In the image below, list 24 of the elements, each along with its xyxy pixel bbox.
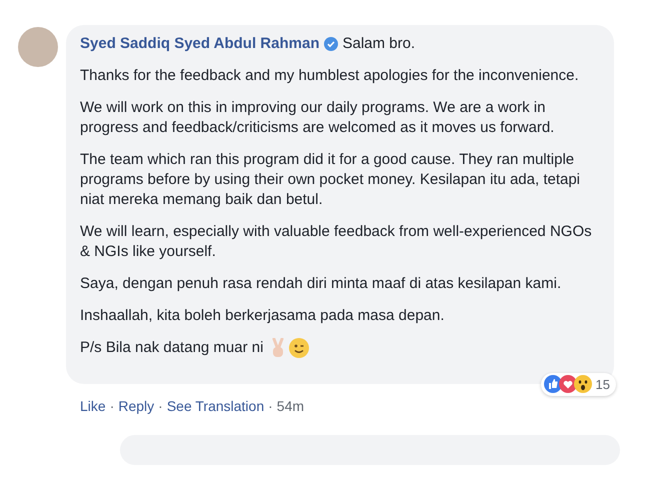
timestamp: 54m [276, 397, 304, 416]
wow-reaction-icon [574, 375, 592, 394]
action-link[interactable]: Like [80, 396, 106, 417]
author-link[interactable]: Syed Saddiq Syed Abdul Rahman [80, 34, 320, 54]
avatar[interactable] [18, 27, 58, 67]
like-reaction-icon [544, 375, 562, 394]
comment-text: We will learn, especially with valuable feedback from well-experienced NGOs & NGIs like yourself. [80, 222, 593, 262]
separator: · [110, 397, 114, 416]
peace-hand-icon [271, 338, 286, 358]
comment-text: Salam bro. [342, 34, 416, 54]
reaction-count: 15 [596, 376, 610, 394]
comment-text: Inshaallah, kita boleh berkerjasama pada masa depan. [80, 306, 446, 326]
comment-text: The team which ran this program did it for a good cause. They ran multiple programs before by using their own pocket money. Kesilapan itu ada, tetapi niat mereka memang baik dan betul. [80, 150, 582, 210]
comment-text: Thanks for the feedback and my humblest apologies for the inconvenience. [80, 66, 580, 86]
winking-face-icon [289, 338, 310, 358]
reactions-pill[interactable]: 15 [540, 372, 616, 396]
comment-text: Saya, dengan penuh rasa rendah diri minta maaf di atas kesilapan kami. [80, 274, 562, 294]
separator: · [268, 397, 273, 416]
action-link[interactable]: Reply [118, 396, 154, 417]
comment-text: We will work on this in improving our daily programs. We are a work in progress and feedback/criticisms are welcomed as it moves us forward. [80, 98, 556, 138]
heart-reaction-icon [558, 375, 577, 394]
action-link[interactable]: See Translation [166, 396, 264, 417]
comment-text: P/s Bila nak datang muar ni [80, 338, 264, 358]
separator: · [158, 397, 163, 416]
